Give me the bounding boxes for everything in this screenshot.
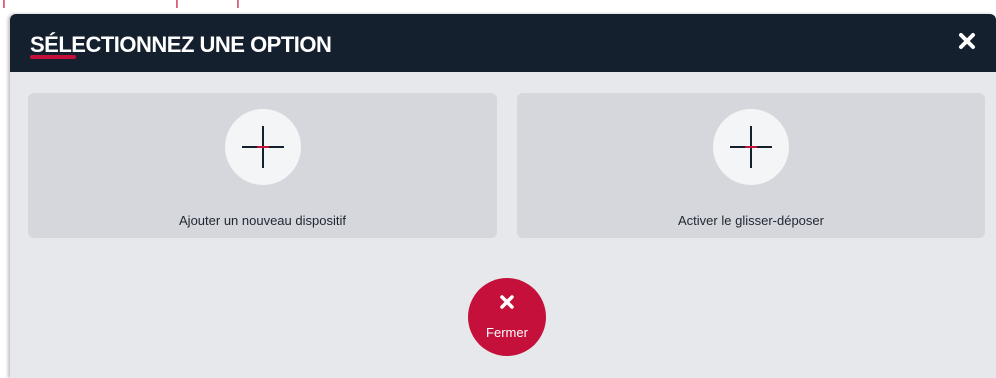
plus-icon <box>224 109 301 185</box>
dialog-title: SÉLECTIONNEZ UNE OPTION <box>30 32 332 57</box>
option-enable-drag-drop[interactable]: Activer le glisser-déposer <box>517 93 985 238</box>
option-dialog: SÉLECTIONNEZ UNE OPTION Ajouter un nouve… <box>10 14 996 378</box>
close-button-label: Fermer <box>486 325 528 340</box>
option-label: Activer le glisser-déposer <box>678 213 824 228</box>
plus-icon <box>713 109 789 185</box>
option-label: Ajouter un nouveau dispositif <box>179 213 346 228</box>
dialog-header: SÉLECTIONNEZ UNE OPTION <box>10 14 996 72</box>
close-button[interactable]: Fermer <box>468 278 546 356</box>
title-underline <box>30 55 76 59</box>
background-link-strip: | | | <box>2 0 240 9</box>
close-icon[interactable] <box>956 30 978 52</box>
option-add-device[interactable]: Ajouter un nouveau dispositif <box>28 93 497 238</box>
close-icon <box>498 293 516 316</box>
